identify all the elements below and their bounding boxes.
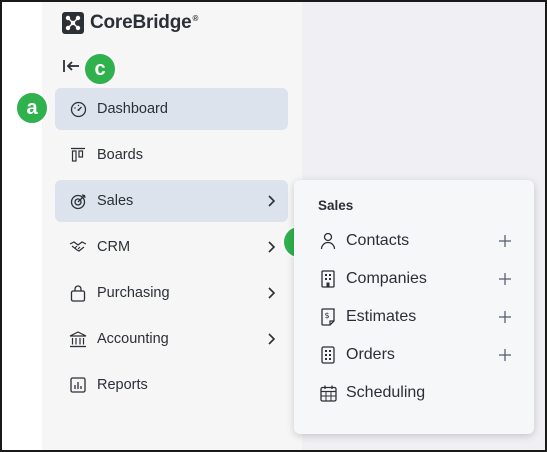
sidebar-item-reports[interactable]: Reports <box>55 364 288 406</box>
submenu-item-label: Estimates <box>346 308 417 325</box>
flyout-title: Sales <box>318 198 354 213</box>
app-frame: CoreBridge® c a b Dashboard <box>0 0 547 452</box>
submenu-item-contacts[interactable]: Contacts <box>310 225 524 257</box>
collapse-left-icon <box>62 59 80 78</box>
annotation-badge-c: c <box>83 52 117 86</box>
app-logo[interactable]: CoreBridge® <box>62 12 198 34</box>
reports-chart-icon <box>69 376 87 394</box>
submenu-item-companies[interactable]: Companies <box>310 263 524 295</box>
registered-mark: ® <box>192 13 199 23</box>
annotation-badge-a: a <box>15 91 49 125</box>
shopping-bag-icon <box>69 284 87 302</box>
add-estimate-button[interactable] <box>496 308 514 326</box>
sidebar-item-accounting[interactable]: Accounting <box>55 318 288 360</box>
handshake-icon <box>69 238 87 256</box>
chevron-right-icon <box>264 330 278 348</box>
svg-text:$: $ <box>325 311 330 320</box>
add-contact-button[interactable] <box>496 232 514 250</box>
collapse-sidebar-button[interactable] <box>60 59 82 77</box>
sidebar-item-crm[interactable]: CRM <box>55 226 288 268</box>
submenu-item-estimates[interactable]: $ Estimates <box>310 301 524 333</box>
estimate-document-icon: $ <box>318 307 338 327</box>
add-order-button[interactable] <box>496 346 514 364</box>
sidebar-item-sales[interactable]: Sales <box>55 180 288 222</box>
sidebar-item-label: Purchasing <box>97 285 170 301</box>
sidebar-item-purchasing[interactable]: Purchasing <box>55 272 288 314</box>
submenu-item-label: Contacts <box>346 232 410 249</box>
chevron-right-icon <box>264 238 278 256</box>
sidebar-item-dashboard[interactable]: Dashboard <box>55 88 288 130</box>
logo-text: CoreBridge® <box>90 12 199 33</box>
person-icon <box>318 231 338 251</box>
sales-submenu-flyout: Sales Contacts Companies $ Estimates Ord… <box>294 180 534 434</box>
submenu-item-label: Companies <box>346 270 427 287</box>
submenu-item-scheduling[interactable]: Scheduling <box>310 377 524 409</box>
calendar-icon <box>318 383 338 403</box>
sidebar-item-label: Reports <box>97 377 148 393</box>
sidebar-item-label: CRM <box>97 239 131 255</box>
add-company-button[interactable] <box>496 270 514 288</box>
submenu-item-label: Orders <box>346 346 395 363</box>
bank-icon <box>69 330 87 348</box>
orders-icon <box>318 345 338 365</box>
corebridge-logo-icon <box>62 12 84 34</box>
sidebar-item-label: Boards <box>97 147 143 163</box>
sidebar-item-label: Dashboard <box>97 101 168 117</box>
submenu-item-orders[interactable]: Orders <box>310 339 524 371</box>
sidebar-item-boards[interactable]: Boards <box>55 134 288 176</box>
dashboard-gauge-icon <box>69 100 87 118</box>
sidebar-item-label: Sales <box>97 193 134 209</box>
sidebar-item-label: Accounting <box>97 331 169 347</box>
submenu-item-label: Scheduling <box>346 384 426 401</box>
chevron-right-icon <box>264 284 278 302</box>
sales-target-icon <box>69 192 87 210</box>
building-icon <box>318 269 338 289</box>
chevron-right-icon <box>264 192 278 210</box>
boards-icon <box>69 146 87 164</box>
